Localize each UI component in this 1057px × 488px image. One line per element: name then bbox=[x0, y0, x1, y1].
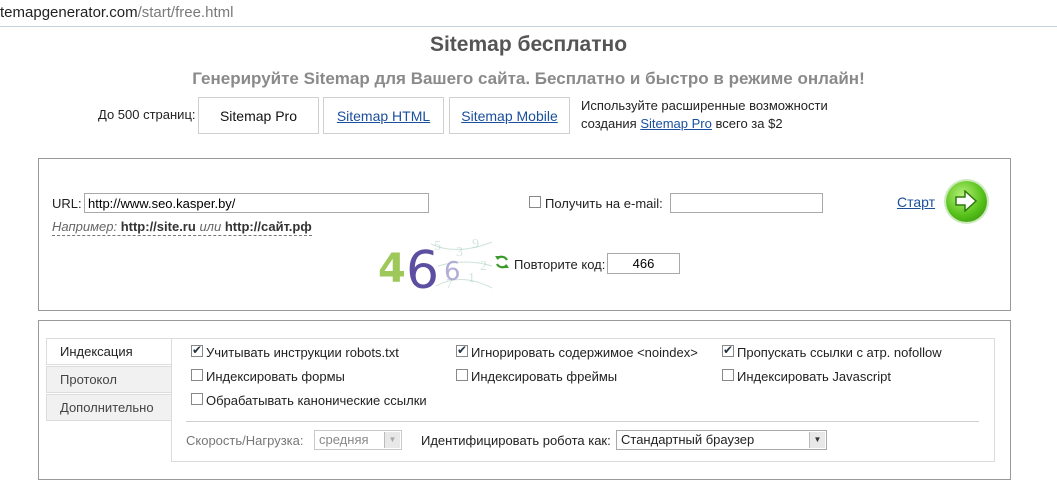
sitemap-pro-link[interactable]: Sitemap Pro bbox=[640, 116, 712, 131]
robots-txt-label: Учитывать инструкции robots.txt bbox=[206, 345, 399, 360]
arrow-right-icon bbox=[955, 190, 978, 212]
url-label: URL: bbox=[52, 196, 82, 211]
svg-text:2: 2 bbox=[480, 259, 487, 274]
tab-sitemap-pro[interactable]: Sitemap Pro bbox=[198, 97, 319, 134]
url-input[interactable] bbox=[84, 193, 429, 213]
page-title: Sitemap бесплатно bbox=[429, 33, 628, 56]
index-forms-checkbox[interactable] bbox=[191, 369, 203, 381]
svg-text:1: 1 bbox=[468, 271, 475, 286]
svg-text:6: 6 bbox=[406, 241, 439, 294]
address-url[interactable]: temapgenerator.com/start/free.html bbox=[0, 4, 233, 21]
noindex-label: Игнорировать содержимое <noindex> bbox=[471, 345, 698, 360]
svg-text:6: 6 bbox=[444, 257, 461, 287]
robot-select[interactable]: Стандартный браузер ▼ bbox=[616, 430, 827, 450]
canonical-links-label: Обрабатывать канонические ссылки bbox=[206, 393, 427, 408]
index-forms-label: Индексировать формы bbox=[206, 369, 345, 384]
tab-protocol[interactable]: Протокол bbox=[46, 366, 172, 393]
svg-text:4: 4 bbox=[378, 246, 406, 292]
email-checkbox-label: Получить на e-mail: bbox=[545, 196, 663, 211]
robots-txt-checkbox[interactable] bbox=[191, 343, 203, 357]
tab-indexing[interactable]: Индексация bbox=[46, 338, 172, 365]
tab-sitemap-mobile[interactable]: Sitemap Mobile bbox=[449, 97, 570, 134]
speed-label: Скорость/Нагрузка: bbox=[186, 433, 304, 448]
promo-text: Используйте расширенные возможности созд… bbox=[581, 98, 828, 131]
robot-label: Идентифицировать робота как: bbox=[421, 433, 611, 448]
start-button[interactable] bbox=[946, 181, 987, 222]
tab-sitemap-html[interactable]: Sitemap HTML bbox=[323, 97, 444, 134]
index-frames-checkbox[interactable] bbox=[456, 369, 468, 381]
captcha-image: 5 39 7 12 4 6 6 bbox=[376, 236, 494, 294]
chevron-down-icon: ▼ bbox=[809, 432, 825, 448]
captcha-label: Повторите код: bbox=[514, 257, 606, 272]
page-subtitle: Генерируйте Sitemap для Вашего сайта. Бе… bbox=[192, 69, 865, 88]
index-frames-label: Индексировать фреймы bbox=[471, 369, 618, 384]
tab-additional[interactable]: Дополнительно bbox=[46, 394, 172, 421]
start-link[interactable]: Старт bbox=[897, 194, 935, 210]
address-bar[interactable]: temapgenerator.com/start/free.html bbox=[0, 0, 1057, 27]
canonical-links-checkbox[interactable] bbox=[191, 393, 203, 405]
chevron-down-icon: ▼ bbox=[384, 432, 400, 448]
index-javascript-checkbox[interactable] bbox=[722, 369, 734, 381]
refresh-icon[interactable] bbox=[494, 254, 510, 270]
noindex-checkbox[interactable] bbox=[456, 343, 468, 357]
url-example: Например: http://site.ru или http://сайт… bbox=[52, 219, 312, 236]
svg-text:9: 9 bbox=[472, 237, 479, 252]
nofollow-label: Пропускать ссылки с атр. nofollow bbox=[737, 345, 942, 360]
captcha-input[interactable] bbox=[607, 253, 680, 274]
pages-limit-label: До 500 страниц: bbox=[98, 107, 196, 122]
speed-select[interactable]: средняя ▼ bbox=[314, 430, 402, 450]
email-input[interactable] bbox=[670, 193, 823, 213]
index-javascript-label: Индексировать Javascript bbox=[737, 369, 891, 384]
email-checkbox[interactable] bbox=[529, 196, 541, 208]
nofollow-checkbox[interactable] bbox=[722, 343, 734, 357]
options-divider bbox=[186, 421, 979, 422]
